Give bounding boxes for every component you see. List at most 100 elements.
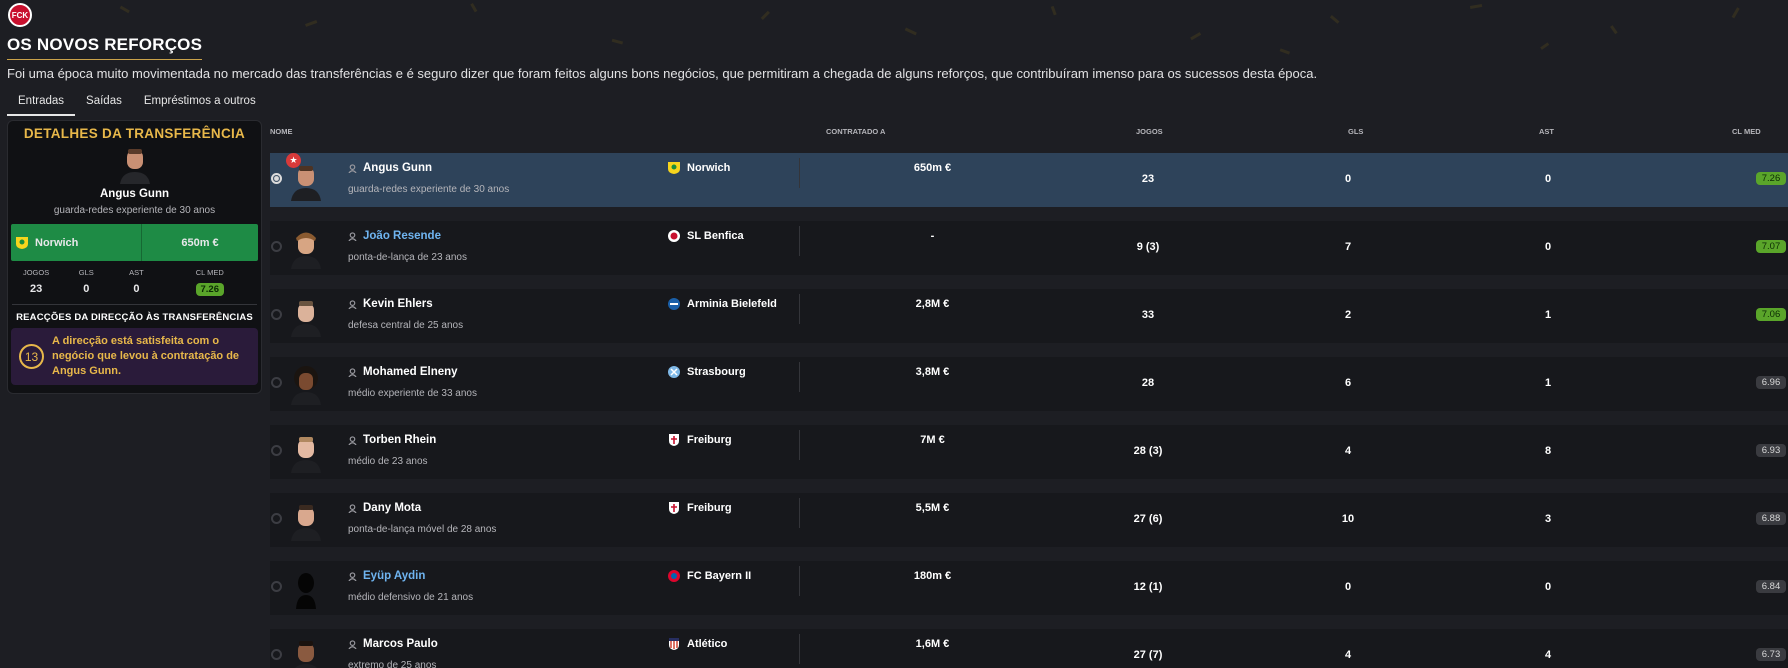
col-header-apps[interactable]: JOGOS — [1136, 127, 1163, 136]
player-desc: extremo de 25 anos — [348, 660, 437, 668]
assists-value: 4 — [1544, 649, 1552, 661]
atletico-crest-icon — [669, 638, 679, 650]
col-header-rating[interactable]: CL MED — [1732, 127, 1761, 136]
player-name-link[interactable]: Kevin Ehlers — [348, 298, 433, 310]
club-link[interactable]: SL Benfica — [667, 229, 744, 243]
tab-saidas[interactable]: Saídas — [75, 92, 133, 116]
player-avatar-silhouette — [288, 569, 324, 609]
player-name-link[interactable]: João Resende — [348, 230, 441, 242]
bayern-crest-icon — [668, 570, 680, 582]
divider — [799, 566, 800, 596]
table-row[interactable]: Kevin Ehlers defesa central de 25 anos A… — [270, 289, 1788, 343]
person-icon — [348, 163, 357, 173]
player-name-link[interactable]: Torben Rhein — [348, 434, 436, 446]
col-header-name[interactable]: NOME — [270, 127, 293, 136]
assists-value: 1 — [1544, 309, 1552, 321]
apps-value: 27 (7) — [1133, 649, 1163, 661]
transfer-fee: - — [930, 230, 935, 242]
reaction-score: 13 — [19, 344, 44, 369]
player-name-link[interactable]: Angus Gunn — [348, 162, 432, 174]
reaction-text: A direcção está satisfeita com o negócio… — [52, 335, 240, 377]
table-row[interactable]: Eyüp Aydin médio defensivo de 21 anos FC… — [270, 561, 1788, 615]
player-name-link[interactable]: Dany Mota — [348, 502, 421, 514]
club-link[interactable]: Freiburg — [667, 433, 732, 447]
player-avatar — [288, 433, 324, 473]
reactions-title: REACÇÕES DA DIRECÇÃO ÀS TRANSFERÊNCIAS — [16, 312, 253, 323]
table-row[interactable]: ★ Angus Gunn guarda-redes experiente de … — [270, 153, 1788, 207]
row-radio[interactable] — [271, 649, 282, 660]
player-name: Dany Mota — [363, 502, 422, 514]
rating-badge: 6.88 — [1756, 512, 1786, 525]
strasbourg-crest-icon — [668, 366, 680, 378]
club-name: Freiburg — [687, 434, 732, 446]
player-name: Angus Gunn — [363, 162, 432, 174]
player-name-link[interactable]: Marcos Paulo — [348, 638, 438, 650]
player-name: Kevin Ehlers — [363, 298, 433, 310]
rating-badge: 7.06 — [1756, 308, 1786, 321]
player-name-link[interactable]: Eyüp Aydin — [348, 570, 425, 582]
apps-value: 28 (3) — [1133, 445, 1163, 457]
norwich-crest-icon — [16, 236, 28, 249]
stat-header: CL MED — [195, 268, 224, 277]
row-radio[interactable] — [271, 241, 282, 252]
table-row[interactable]: Torben Rhein médio de 23 anos Freiburg 7… — [270, 425, 1788, 479]
club-link[interactable]: Norwich — [667, 161, 730, 175]
club-name: SL Benfica — [687, 230, 744, 242]
tab-entradas[interactable]: Entradas — [7, 92, 76, 116]
row-radio[interactable] — [271, 581, 282, 592]
page-subtitle: Foi uma época muito movimentada no merca… — [7, 66, 1318, 81]
deal-summary: Norwich 650m € — [11, 224, 258, 261]
row-radio[interactable] — [271, 173, 282, 184]
assists-value: 0 — [1544, 581, 1552, 593]
player-avatar — [118, 148, 152, 184]
player-avatar — [288, 365, 324, 405]
details-player-name[interactable]: Angus Gunn — [8, 188, 261, 200]
club-name: Norwich — [687, 162, 731, 174]
table-row[interactable]: Dany Mota ponta-de-lança móvel de 28 ano… — [270, 493, 1788, 547]
transfer-fee: 7M € — [920, 434, 945, 446]
club-link[interactable]: FC Bayern II — [667, 569, 751, 583]
arminia-crest-icon — [668, 298, 680, 310]
norwich-crest-icon — [668, 162, 680, 174]
player-desc: guarda-redes experiente de 30 anos — [348, 184, 510, 195]
assists-value: 8 — [1544, 445, 1552, 457]
stat-value: 0 — [133, 283, 140, 295]
divider — [799, 498, 800, 528]
transfer-details-card: DETALHES DA TRANSFERÊNCIA Angus Gunn gua… — [7, 120, 262, 394]
club-link[interactable]: Arminia Bielefeld — [667, 297, 777, 311]
deal-club[interactable]: Norwich — [11, 224, 142, 261]
freiburg-crest-icon — [669, 502, 679, 514]
person-icon — [348, 299, 357, 309]
goals-value: 4 — [1344, 649, 1352, 661]
club-link[interactable]: Atlético — [667, 637, 727, 651]
table-row[interactable]: Marcos Paulo extremo de 25 anos Atlético… — [270, 629, 1788, 668]
row-radio[interactable] — [271, 513, 282, 524]
row-radio[interactable] — [271, 377, 282, 388]
apps-value: 23 — [1141, 173, 1155, 185]
player-desc: defesa central de 25 anos — [348, 320, 464, 331]
club-link[interactable]: Strasbourg — [667, 365, 746, 379]
goals-value: 4 — [1344, 445, 1352, 457]
person-icon — [348, 571, 357, 581]
table-row[interactable]: João Resende ponta-de-lança de 23 anos S… — [270, 221, 1788, 275]
table-row[interactable]: Mohamed Elneny médio experiente de 33 an… — [270, 357, 1788, 411]
tab-emprestimos[interactable]: Empréstimos a outros — [133, 92, 267, 116]
player-name: João Resende — [363, 230, 441, 242]
stat-header: AST — [129, 268, 144, 277]
row-radio[interactable] — [271, 309, 282, 320]
player-avatar — [288, 297, 324, 337]
club-link[interactable]: Freiburg — [667, 501, 732, 515]
star-icon: ★ — [286, 153, 301, 168]
col-header-goals[interactable]: GLS — [1348, 127, 1363, 136]
row-radio[interactable] — [271, 445, 282, 456]
page-title: OS NOVOS REFORÇOS — [7, 35, 203, 60]
transfer-fee: 650m € — [913, 162, 952, 174]
col-header-signed-from[interactable]: CONTRATADO A — [826, 127, 885, 136]
club-name: Arminia Bielefeld — [687, 298, 777, 310]
goals-value: 2 — [1344, 309, 1352, 321]
details-player-desc: guarda-redes experiente de 30 anos — [53, 205, 216, 216]
assists-value: 0 — [1544, 241, 1552, 253]
divider — [799, 634, 800, 664]
player-name-link[interactable]: Mohamed Elneny — [348, 366, 458, 378]
col-header-assists[interactable]: AST — [1539, 127, 1554, 136]
